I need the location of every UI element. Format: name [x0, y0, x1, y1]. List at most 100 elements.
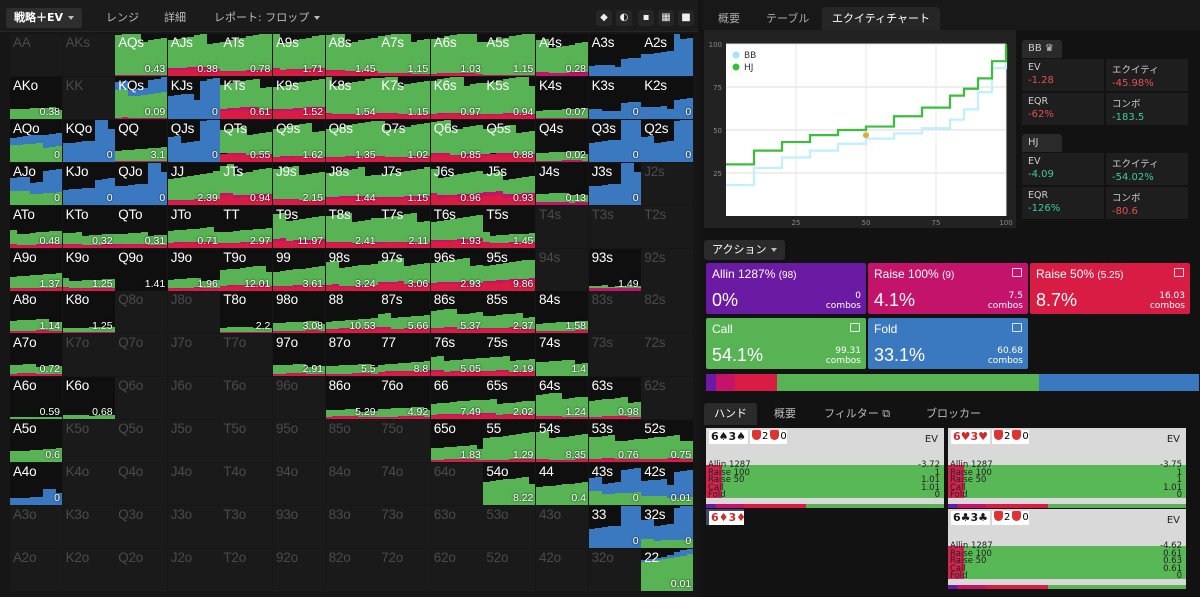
hand-cell-94s[interactable]: 94s	[536, 248, 588, 291]
hand-cell-T3o[interactable]: T3o	[220, 505, 273, 548]
hand-cell-K9o[interactable]: K9o 1.25	[62, 248, 115, 291]
action-dropdown[interactable]: アクション	[704, 240, 786, 260]
hand-cell-AQs[interactable]: AQs 0.43	[115, 34, 168, 76]
hand-cell-AA[interactable]: AA	[10, 34, 62, 76]
hand-cell-75o[interactable]: 75o	[378, 420, 431, 463]
hand-cell-JJ[interactable]: JJ 2.39	[167, 162, 220, 205]
tab-detail[interactable]: 詳細	[164, 8, 186, 28]
hand-cell-88[interactable]: 88 10.53	[325, 291, 378, 334]
hand-cell-K6o[interactable]: K6o 0.68	[62, 377, 115, 420]
hand-cell-K2s[interactable]: K2s 0	[641, 76, 694, 119]
hand-cell-T5s[interactable]: T5s 1.45	[483, 205, 536, 248]
tab-hands[interactable]: ハンド	[704, 403, 757, 425]
hand-cell-J2s[interactable]: J2s	[641, 162, 694, 205]
tab-blocker[interactable]: ブロッカー	[916, 403, 991, 425]
hand-cell-Q4o[interactable]: Q4o	[115, 463, 168, 505]
hand-cell-T7s[interactable]: T7s 2.11	[378, 205, 431, 248]
hand-cell-QJo[interactable]: QJo 0	[115, 162, 168, 205]
hand-cell-K7o[interactable]: K7o	[62, 334, 115, 377]
hand-cell-84o[interactable]: 84o	[325, 463, 378, 505]
hand-cell-Q9s[interactable]: Q9s 1.62	[273, 119, 325, 162]
hand-cell-A8o[interactable]: A8o 1.14	[10, 291, 62, 334]
hand-cell-93o[interactable]: 93o	[273, 505, 325, 548]
hand-cell-Q9o[interactable]: Q9o 1.41	[115, 248, 168, 291]
hand-cell-T6o[interactable]: T6o	[220, 377, 273, 420]
hand-cell-72s[interactable]: 72s	[641, 334, 694, 377]
hand-cell-85o[interactable]: 85o	[325, 420, 378, 463]
hand-cell-44[interactable]: 44 0.4	[536, 463, 588, 505]
tab-overview[interactable]: 概要	[708, 7, 750, 30]
hand-cell-J8s[interactable]: J8s 1.44	[325, 162, 378, 205]
hand-card[interactable]: 6♦3♦	[706, 509, 744, 525]
hand-cell-55[interactable]: 55 1.29	[483, 420, 536, 463]
hand-cell-K4o[interactable]: K4o	[62, 463, 115, 505]
hand-cell-A3o[interactable]: A3o	[10, 505, 62, 548]
hand-cell-74s[interactable]: 74s 1.4	[536, 334, 588, 377]
message-icon[interactable]	[1012, 323, 1022, 332]
hand-cell-KQs[interactable]: KQs 0.09	[115, 76, 168, 119]
square-icon[interactable]: ■	[678, 10, 694, 26]
hand-cell-J6o[interactable]: J6o	[167, 377, 220, 420]
hand-cell-82o[interactable]: 82o	[325, 548, 378, 591]
hand-cell-QTo[interactable]: QTo 0.31	[115, 205, 168, 248]
strategy-ev-dropdown[interactable]: 戦略＋EV	[6, 8, 83, 28]
hand-cell-Q7o[interactable]: Q7o	[115, 334, 168, 377]
hand-cell-65o[interactable]: 65o 1.83	[430, 420, 483, 463]
hand-cell-KJo[interactable]: KJo 0	[62, 162, 115, 205]
hand-cell-98o[interactable]: 98o 3.08	[273, 291, 325, 334]
hand-cell-62s[interactable]: 62s	[641, 377, 694, 420]
hand-cell-Q8o[interactable]: Q8o	[115, 291, 168, 334]
hand-cell-J4s[interactable]: J4s 0.13	[536, 162, 588, 205]
hand-cell-QJs[interactable]: QJs 0	[167, 119, 220, 162]
hand-cell-A6s[interactable]: A6s 1.03	[430, 34, 483, 76]
hand-cell-54s[interactable]: 54s 8.35	[536, 420, 588, 463]
hand-cell-A9o[interactable]: A9o 1.37	[10, 248, 62, 291]
hand-cell-76s[interactable]: 76s 5.05	[430, 334, 483, 377]
hand-cell-AJs[interactable]: AJs 0.38	[167, 34, 220, 76]
hand-cell-99[interactable]: 99 3.61	[273, 248, 325, 291]
action-card-raise-50-[interactable]: Raise 50% (5.25) 8.7% 16.03 combos	[1030, 263, 1190, 314]
hand-cell-A2s[interactable]: A2s	[641, 34, 694, 76]
hand-cell-T7o[interactable]: T7o	[220, 334, 273, 377]
hand-cell-42s[interactable]: 42s 0.01	[641, 463, 694, 505]
hand-cell-KJs[interactable]: KJs 0	[167, 76, 220, 119]
hand-cell-A4s[interactable]: A4s 0.28	[536, 34, 588, 76]
hand-cell-A3s[interactable]: A3s	[588, 34, 641, 76]
hand-card[interactable]: 6♠3♠ 2 0 EV Allin 1287 -3.72 Raise 100 1 Raise 5…	[706, 428, 944, 508]
hand-cell-72o[interactable]: 72o	[378, 548, 431, 591]
hand-cell-AKo[interactable]: AKo 0.38	[10, 76, 62, 119]
hand-cell-K8o[interactable]: K8o 1.25	[62, 291, 115, 334]
hand-cell-Q6o[interactable]: Q6o	[115, 377, 168, 420]
hand-cell-93s[interactable]: 93s 1.49	[588, 248, 641, 291]
hand-cell-Q7s[interactable]: Q7s 1.02	[378, 119, 431, 162]
hand-cell-87o[interactable]: 87o 5.5	[325, 334, 378, 377]
hand-cell-QTs[interactable]: QTs 0.55	[220, 119, 273, 162]
hand-cell-73s[interactable]: 73s	[588, 334, 641, 377]
hand-cell-J4o[interactable]: J4o	[167, 463, 220, 505]
hand-cell-J9s[interactable]: J9s 2.15	[273, 162, 325, 205]
hand-cell-K9s[interactable]: K9s 1.52	[273, 76, 325, 119]
hand-cell-95o[interactable]: 95o	[273, 420, 325, 463]
hand-cell-T9s[interactable]: T9s 11.97	[273, 205, 325, 248]
hand-cell-86o[interactable]: 86o 5.29	[325, 377, 378, 420]
hand-cell-96s[interactable]: 96s 2.93	[430, 248, 483, 291]
hand-cell-K7s[interactable]: K7s 1.15	[378, 76, 431, 119]
hand-cell-64s[interactable]: 64s 1.24	[536, 377, 588, 420]
hand-cell-T4s[interactable]: T4s	[536, 205, 588, 248]
hand-cell-K6s[interactable]: K6s 0.97	[430, 76, 483, 119]
message-icon[interactable]	[1012, 268, 1022, 277]
action-card-allin-1287-[interactable]: Allin 1287% (98) 0% 0 combos	[706, 263, 866, 314]
message-icon[interactable]	[1174, 268, 1184, 277]
hand-cell-J6s[interactable]: J6s 0.96	[430, 162, 483, 205]
hand-cell-K2o[interactable]: K2o	[62, 548, 115, 591]
hand-cell-T8s[interactable]: T8s 2.41	[325, 205, 378, 248]
hand-cell-94o[interactable]: 94o	[273, 463, 325, 505]
tab-table[interactable]: テーブル	[756, 7, 819, 30]
hand-cell-62o[interactable]: 62o	[430, 548, 483, 591]
hand-cell-K8s[interactable]: K8s 1.54	[325, 76, 378, 119]
hand-cell-JTs[interactable]: JTs 0.94	[220, 162, 273, 205]
hand-cell-K3s[interactable]: K3s 0	[588, 76, 641, 119]
hand-cell-Q8s[interactable]: Q8s 1.35	[325, 119, 378, 162]
hand-cell-96o[interactable]: 96o	[273, 377, 325, 420]
hand-cell-ATs[interactable]: ATs 0.78	[220, 34, 273, 76]
